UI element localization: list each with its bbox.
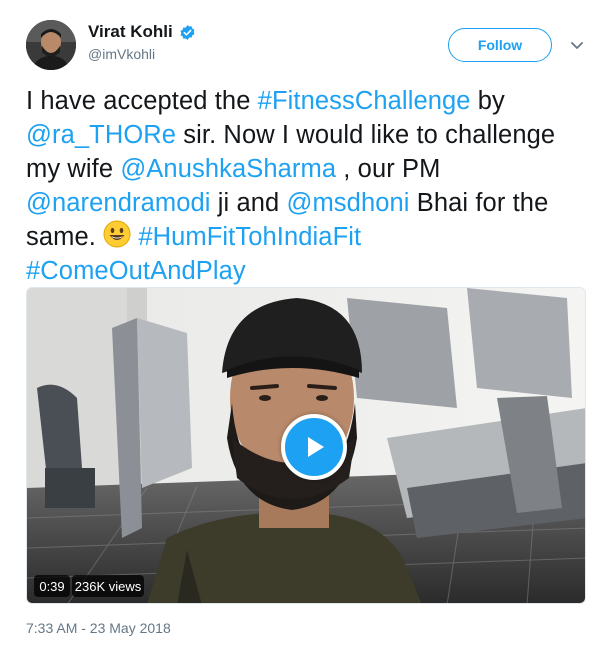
author-handle[interactable]: @imVkohli <box>88 46 155 62</box>
video-view-count: 236K views <box>72 575 144 597</box>
author-name[interactable]: Virat Kohli <box>88 22 173 42</box>
avatar-image <box>26 20 76 70</box>
author-name-row[interactable]: Virat Kohli <box>88 22 196 42</box>
video-duration: 0:39 <box>34 575 70 597</box>
mention-link-anushkasharma[interactable]: @AnushkaSharma <box>120 155 336 183</box>
tweet-text-segment: by <box>470 87 505 115</box>
tweet-timestamp[interactable]: 7:33 AM - 23 May 2018 <box>26 620 171 636</box>
follow-button[interactable]: Follow <box>448 28 552 62</box>
hashtag-link-comeoutandplay[interactable]: #ComeOutAndPlay <box>26 257 246 285</box>
hashtag-link-fitnesschallenge[interactable]: #FitnessChallenge <box>258 87 471 115</box>
hashtag-link-humfittohindiafit[interactable]: #HumFitTohIndiaFit <box>138 223 361 251</box>
mention-link-msdhoni[interactable]: @msdhoni <box>286 189 409 217</box>
tweet-text-segment: ji and <box>210 189 287 217</box>
tweet-text-segment: , our PM <box>336 155 441 183</box>
tweet-text-segment: I have accepted the <box>26 87 258 115</box>
play-icon <box>308 437 324 457</box>
mention-link-narendramodi[interactable]: @narendramodi <box>26 189 211 217</box>
verified-badge-icon <box>180 24 195 40</box>
play-button[interactable] <box>281 414 347 480</box>
avatar[interactable] <box>26 20 76 70</box>
chevron-down-icon[interactable] <box>569 37 585 53</box>
tweet-text: I have accepted the #FitnessChallenge by… <box>26 84 582 288</box>
mention-link-ra_thore[interactable]: @ra_THORe <box>26 121 176 149</box>
grinning-face-emoji-icon <box>103 220 131 248</box>
